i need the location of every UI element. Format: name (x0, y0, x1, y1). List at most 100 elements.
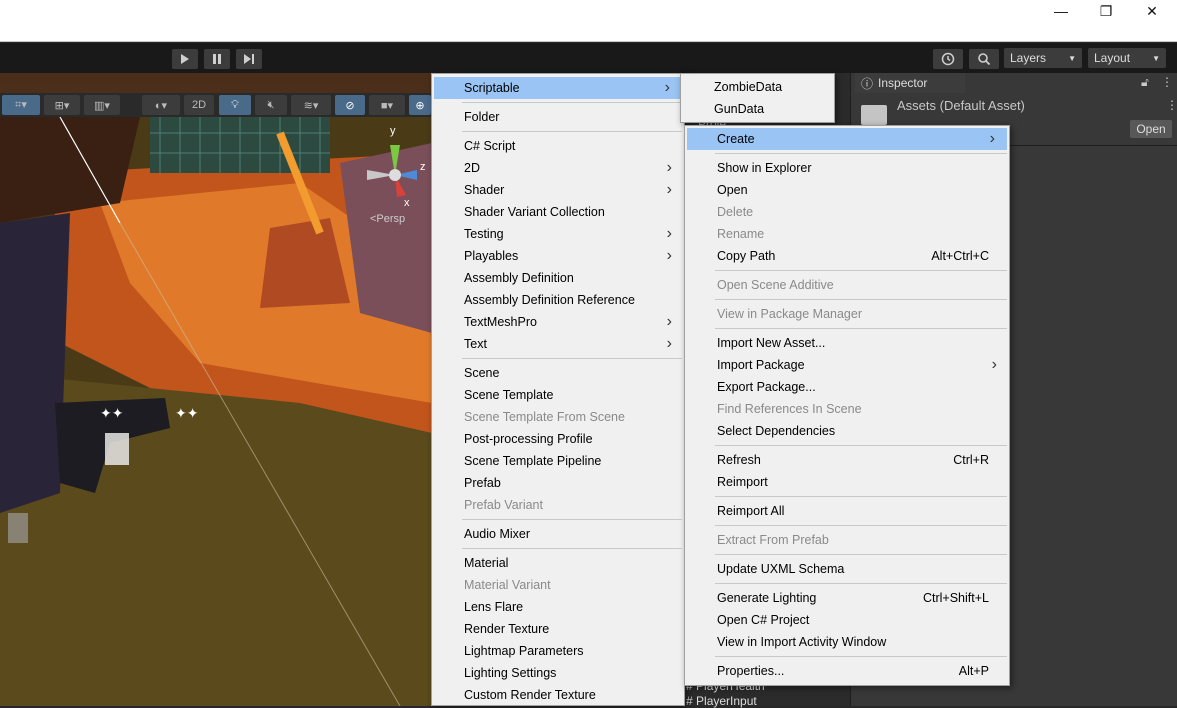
play-button[interactable] (172, 49, 198, 69)
menu-item-render-texture[interactable]: Render Texture (432, 618, 684, 640)
menu-item-import-package[interactable]: Import Package › (685, 354, 1009, 376)
asset-context-menu: Create › Show in Explorer Open Delete Rename C… (684, 125, 1010, 686)
menu-item-label: Generate Lighting (717, 591, 817, 605)
menu-item-prefab[interactable]: Prefab (432, 472, 684, 494)
menu-item-label: Scriptable (464, 81, 520, 95)
pause-button[interactable] (204, 49, 230, 69)
step-button[interactable] (236, 49, 262, 69)
menu-item-generate-lighting[interactable]: Generate Lighting Ctrl+Shift+L (685, 587, 1009, 609)
menu-item-select-dependencies[interactable]: Select Dependencies (685, 420, 1009, 442)
menu-item-open-c-project[interactable]: Open C# Project (685, 609, 1009, 631)
scene-visibility-toggle[interactable]: ⊘ (335, 95, 365, 115)
layers-dropdown[interactable]: Layers ▼ (1004, 48, 1082, 68)
menu-separator (715, 583, 1007, 584)
menu-item-label: View in Package Manager (717, 307, 862, 321)
menu-item-label: Update UXML Schema (717, 562, 845, 576)
menu-item-shortcut: Ctrl+Shift+L (922, 591, 989, 605)
menu-separator (462, 131, 682, 132)
menu-item-lighting-settings[interactable]: Lighting Settings (432, 662, 684, 684)
menu-item-label: Render Texture (464, 622, 550, 636)
shading-mode-button[interactable]: ◐▾ (142, 95, 180, 115)
menu-item-label: Post-processing Profile (464, 432, 593, 446)
menu-item-2d[interactable]: 2D › (432, 157, 684, 179)
scriptable-submenu: ZombieData GunData (680, 73, 835, 123)
history-button[interactable] (933, 49, 963, 69)
tool-handle-button[interactable]: ⌗▾ (2, 95, 40, 115)
menu-item-label: 2D (464, 161, 480, 175)
more-options-icon[interactable]: ⋮ (1161, 75, 1173, 89)
layers-label: Layers (1010, 51, 1047, 65)
menu-item-open-scene-additive: Open Scene Additive (685, 274, 1009, 296)
menu-item-gundata[interactable]: GunData (681, 98, 834, 120)
menu-item-scene[interactable]: Scene (432, 362, 684, 384)
menu-item-show-in-explorer[interactable]: Show in Explorer (685, 157, 1009, 179)
menu-item-material[interactable]: Material (432, 552, 684, 574)
menu-item-delete: Delete (685, 201, 1009, 223)
menu-item-view-in-import-activity-window[interactable]: View in Import Activity Window (685, 631, 1009, 653)
increment-snap-button[interactable]: ▥▾ (84, 95, 120, 115)
scene-view[interactable]: ✦✦ ✦✦ ⌗▾ ⊞▾ ▥▾ ◐▾ 2D 💡︎ 🔇︎ ≋▾ ⊘ ■▾ ⊕ y z… (0, 73, 432, 706)
lighting-toggle[interactable]: 💡︎ (219, 95, 251, 115)
menu-item-assembly-definition[interactable]: Assembly Definition (432, 267, 684, 289)
audio-toggle[interactable]: 🔇︎ (255, 95, 287, 115)
close-icon: ✕ (1146, 2, 1158, 19)
menu-item-label: Assembly Definition Reference (464, 293, 635, 307)
menu-item-open[interactable]: Open (685, 179, 1009, 201)
toggle-2d-button[interactable]: 2D (184, 95, 214, 115)
chevron-right-icon: › (989, 130, 995, 147)
menu-item-audio-mixer[interactable]: Audio Mixer (432, 523, 684, 545)
menu-item-label: Open Scene Additive (717, 278, 834, 292)
menu-item-scene-template[interactable]: Scene Template (432, 384, 684, 406)
menu-item-label: Scene Template Pipeline (464, 454, 602, 468)
menu-item-find-references-in-scene: Find References In Scene (685, 398, 1009, 420)
minimize-button[interactable]: — (1038, 0, 1084, 22)
menu-item-refresh[interactable]: Refresh Ctrl+R (685, 449, 1009, 471)
menu-item-c-script[interactable]: C# Script (432, 135, 684, 157)
menu-item-export-package[interactable]: Export Package... (685, 376, 1009, 398)
menu-item-update-uxml-schema[interactable]: Update UXML Schema (685, 558, 1009, 580)
menu-item-scene-template-pipeline[interactable]: Scene Template Pipeline (432, 450, 684, 472)
menu-item-text[interactable]: Text › (432, 333, 684, 355)
more-options-icon[interactable]: ⋮ (1166, 98, 1177, 112)
restore-icon: ❐ (1099, 2, 1113, 19)
camera-icon: ■▾ (380, 99, 394, 112)
menu-item-assembly-definition-reference[interactable]: Assembly Definition Reference (432, 289, 684, 311)
menu-item-lightmap-parameters[interactable]: Lightmap Parameters (432, 640, 684, 662)
menu-item-properties[interactable]: Properties... Alt+P (685, 660, 1009, 682)
menu-item-create[interactable]: Create › (687, 128, 1007, 150)
menu-item-label: TextMeshPro (464, 315, 537, 329)
maximize-button[interactable]: ❐ (1083, 0, 1129, 22)
menu-item-label: Scene (464, 366, 500, 380)
menu-item-playables[interactable]: Playables › (432, 245, 684, 267)
close-button[interactable]: ✕ (1129, 0, 1175, 22)
menu-item-import-new-asset[interactable]: Import New Asset... (685, 332, 1009, 354)
menu-item-shader[interactable]: Shader › (432, 179, 684, 201)
camera-dropdown[interactable]: ■▾ (369, 95, 405, 115)
grid-snap-button[interactable]: ⊞▾ (44, 95, 80, 115)
menu-item-scriptable[interactable]: Scriptable › (434, 77, 682, 99)
perspective-label[interactable]: <Persp (370, 213, 405, 225)
open-button-label: Open (1136, 122, 1166, 136)
scene-gizmo[interactable]: y z x <Persp (362, 125, 432, 225)
menu-item-label: Text (464, 337, 487, 351)
open-button[interactable]: Open (1130, 120, 1172, 138)
menu-item-reimport-all[interactable]: Reimport All (685, 500, 1009, 522)
menu-item-copy-path[interactable]: Copy Path Alt+Ctrl+C (685, 245, 1009, 267)
menu-item-textmeshpro[interactable]: TextMeshPro › (432, 311, 684, 333)
menu-item-prefab-variant: Prefab Variant (432, 494, 684, 516)
menu-item-zombiedata[interactable]: ZombieData (681, 76, 834, 98)
inspector-tab[interactable]: ⓘ Inspector (855, 73, 965, 93)
menu-item-post-processing-profile[interactable]: Post-processing Profile (432, 428, 684, 450)
search-button[interactable] (969, 49, 999, 69)
layout-dropdown[interactable]: Layout ▼ (1088, 48, 1166, 68)
menu-item-testing[interactable]: Testing › (432, 223, 684, 245)
menu-item-lens-flare[interactable]: Lens Flare (432, 596, 684, 618)
menu-item-label: C# Script (464, 139, 516, 153)
lock-icon[interactable]: 🔓︎ (1141, 75, 1149, 90)
menu-item-custom-render-texture[interactable]: Custom Render Texture (432, 684, 684, 706)
menu-item-folder[interactable]: Folder (432, 106, 684, 128)
menu-item-shader-variant-collection[interactable]: Shader Variant Collection (432, 201, 684, 223)
effects-dropdown[interactable]: ≋▾ (291, 95, 331, 115)
gizmos-toggle[interactable]: ⊕ (409, 95, 431, 115)
menu-item-reimport[interactable]: Reimport (685, 471, 1009, 493)
